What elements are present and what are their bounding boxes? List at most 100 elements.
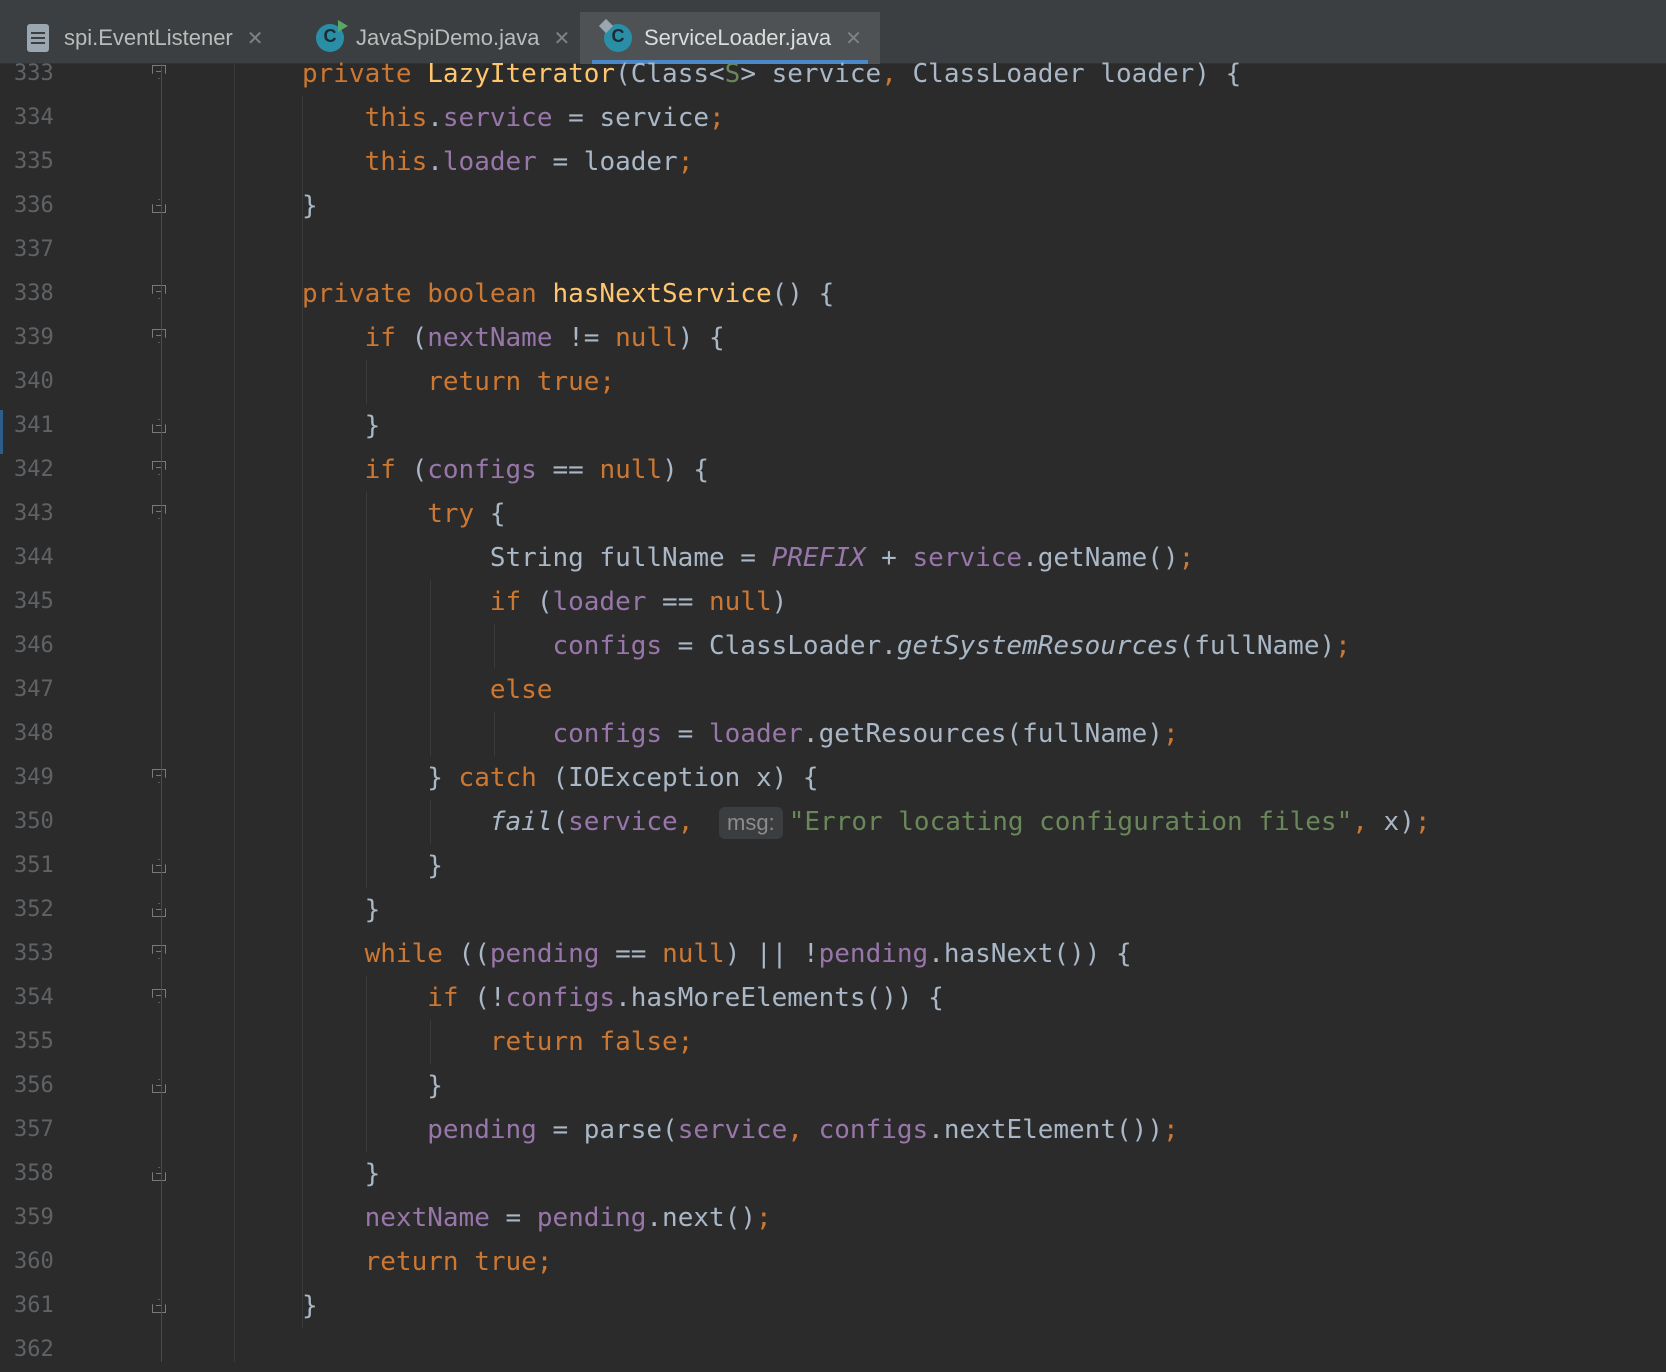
code-text[interactable]: } catch (IOException x) { bbox=[302, 756, 818, 800]
fold-open-icon[interactable] bbox=[152, 65, 166, 79]
code-text[interactable]: this.service = service; bbox=[302, 96, 725, 140]
code-text[interactable]: try { bbox=[302, 492, 505, 536]
code-line[interactable]: 355 return false; bbox=[0, 1020, 1666, 1064]
code-text[interactable]: if (!configs.hasMoreElements()) { bbox=[302, 976, 944, 1020]
fold-open-icon[interactable] bbox=[152, 285, 166, 299]
code-line[interactable]: 349 } catch (IOException x) { bbox=[0, 756, 1666, 800]
code-line[interactable]: 356 } bbox=[0, 1064, 1666, 1108]
line-number[interactable]: 349 bbox=[14, 756, 74, 800]
line-number[interactable]: 354 bbox=[14, 976, 74, 1020]
fold-close-icon[interactable] bbox=[152, 859, 166, 873]
line-number[interactable]: 358 bbox=[14, 1152, 74, 1196]
line-number[interactable]: 348 bbox=[14, 712, 74, 756]
code-line[interactable]: 339 if (nextName != null) { bbox=[0, 316, 1666, 360]
code-text[interactable]: if (configs == null) { bbox=[302, 448, 709, 492]
code-line[interactable]: 346 configs = ClassLoader.getSystemResou… bbox=[0, 624, 1666, 668]
code-text[interactable]: pending = parse(service, configs.nextEle… bbox=[302, 1108, 1178, 1152]
code-line[interactable]: 348 configs = loader.getResources(fullNa… bbox=[0, 712, 1666, 756]
line-number[interactable]: 339 bbox=[14, 316, 74, 360]
line-number[interactable]: 341 bbox=[14, 404, 74, 448]
code-line[interactable]: 347 else bbox=[0, 668, 1666, 712]
code-text[interactable]: return true; bbox=[302, 1240, 553, 1284]
line-number[interactable]: 362 bbox=[14, 1328, 74, 1372]
code-line[interactable]: 352 } bbox=[0, 888, 1666, 932]
code-line[interactable]: 343 try { bbox=[0, 492, 1666, 536]
fold-open-icon[interactable] bbox=[152, 945, 166, 959]
code-line[interactable]: 341 } bbox=[0, 404, 1666, 448]
code-text[interactable]: } bbox=[302, 404, 381, 448]
fold-open-icon[interactable] bbox=[152, 461, 166, 475]
close-icon[interactable]: ✕ bbox=[845, 26, 862, 50]
code-line[interactable]: 359 nextName = pending.next(); bbox=[0, 1196, 1666, 1240]
line-number[interactable]: 355 bbox=[14, 1020, 74, 1064]
code-line[interactable]: 335 this.loader = loader; bbox=[0, 140, 1666, 184]
code-line[interactable]: 338 private boolean hasNextService() { bbox=[0, 272, 1666, 316]
code-text[interactable]: if (loader == null) bbox=[302, 580, 787, 624]
close-icon[interactable]: ✕ bbox=[553, 26, 570, 50]
code-text[interactable]: private boolean hasNextService() { bbox=[302, 272, 834, 316]
code-text[interactable]: } bbox=[302, 844, 443, 888]
line-number[interactable]: 359 bbox=[14, 1196, 74, 1240]
code-text[interactable]: if (nextName != null) { bbox=[302, 316, 725, 360]
code-line[interactable]: 340 return true; bbox=[0, 360, 1666, 404]
code-editor[interactable]: 333 private LazyIterator(Class<S> service… bbox=[0, 59, 1666, 1362]
code-line[interactable]: 333 private LazyIterator(Class<S> service… bbox=[0, 52, 1666, 96]
code-text[interactable]: else bbox=[302, 668, 553, 712]
line-number[interactable]: 351 bbox=[14, 844, 74, 888]
code-text[interactable]: String fullName = PREFIX + service.getNa… bbox=[302, 536, 1194, 580]
code-line[interactable]: 337 bbox=[0, 228, 1666, 272]
line-number[interactable]: 337 bbox=[14, 228, 74, 272]
code-text[interactable]: } bbox=[302, 184, 318, 228]
line-number[interactable]: 334 bbox=[14, 96, 74, 140]
code-line[interactable]: 361} bbox=[0, 1284, 1666, 1328]
code-line[interactable]: 357 pending = parse(service, configs.nex… bbox=[0, 1108, 1666, 1152]
code-text[interactable]: configs = ClassLoader.getSystemResources… bbox=[302, 624, 1350, 668]
line-number[interactable]: 344 bbox=[14, 536, 74, 580]
line-number[interactable]: 335 bbox=[14, 140, 74, 184]
fold-close-icon[interactable] bbox=[152, 419, 166, 433]
code-line[interactable]: 353 while ((pending == null) || !pending… bbox=[0, 932, 1666, 976]
line-number[interactable]: 347 bbox=[14, 668, 74, 712]
code-text[interactable]: while ((pending == null) || !pending.has… bbox=[302, 932, 1132, 976]
line-number[interactable]: 356 bbox=[14, 1064, 74, 1108]
code-line[interactable]: 342 if (configs == null) { bbox=[0, 448, 1666, 492]
code-text[interactable]: } bbox=[302, 1064, 443, 1108]
code-text[interactable]: this.loader = loader; bbox=[302, 140, 694, 184]
line-number[interactable]: 340 bbox=[14, 360, 74, 404]
code-text[interactable]: return false; bbox=[302, 1020, 694, 1064]
code-line[interactable]: 358 } bbox=[0, 1152, 1666, 1196]
line-number[interactable]: 338 bbox=[14, 272, 74, 316]
line-number[interactable]: 343 bbox=[14, 492, 74, 536]
fold-open-icon[interactable] bbox=[152, 769, 166, 783]
code-text[interactable]: } bbox=[302, 1152, 381, 1196]
close-icon[interactable]: ✕ bbox=[247, 26, 264, 50]
code-line[interactable]: 360 return true; bbox=[0, 1240, 1666, 1284]
code-line[interactable]: 336} bbox=[0, 184, 1666, 228]
line-number[interactable]: 357 bbox=[14, 1108, 74, 1152]
code-text[interactable]: private LazyIterator(Class<S> service, C… bbox=[302, 52, 1241, 96]
fold-open-icon[interactable] bbox=[152, 989, 166, 1003]
code-line[interactable]: 350 fail(service, msg: "Error locating co… bbox=[0, 800, 1666, 844]
line-number[interactable]: 342 bbox=[14, 448, 74, 492]
code-line[interactable]: 334 this.service = service; bbox=[0, 96, 1666, 140]
fold-open-icon[interactable] bbox=[152, 505, 166, 519]
fold-open-icon[interactable] bbox=[152, 329, 166, 343]
line-number[interactable]: 350 bbox=[14, 800, 74, 844]
fold-close-icon[interactable] bbox=[152, 199, 166, 213]
code-text[interactable]: configs = loader.getResources(fullName); bbox=[302, 712, 1178, 756]
code-line[interactable]: 354 if (!configs.hasMoreElements()) { bbox=[0, 976, 1666, 1020]
code-text[interactable]: return true; bbox=[302, 360, 615, 404]
line-number[interactable]: 352 bbox=[14, 888, 74, 932]
line-number[interactable]: 360 bbox=[14, 1240, 74, 1284]
line-number[interactable]: 346 bbox=[14, 624, 74, 668]
code-line[interactable]: 351 } bbox=[0, 844, 1666, 888]
code-text[interactable]: } bbox=[302, 1284, 318, 1328]
fold-close-icon[interactable] bbox=[152, 1167, 166, 1181]
line-number[interactable]: 345 bbox=[14, 580, 74, 624]
code-line[interactable]: 345 if (loader == null) bbox=[0, 580, 1666, 624]
line-number[interactable]: 353 bbox=[14, 932, 74, 976]
fold-close-icon[interactable] bbox=[152, 903, 166, 917]
code-line[interactable]: 344 String fullName = PREFIX + service.g… bbox=[0, 536, 1666, 580]
line-number[interactable]: 361 bbox=[14, 1284, 74, 1328]
fold-close-icon[interactable] bbox=[152, 1299, 166, 1313]
